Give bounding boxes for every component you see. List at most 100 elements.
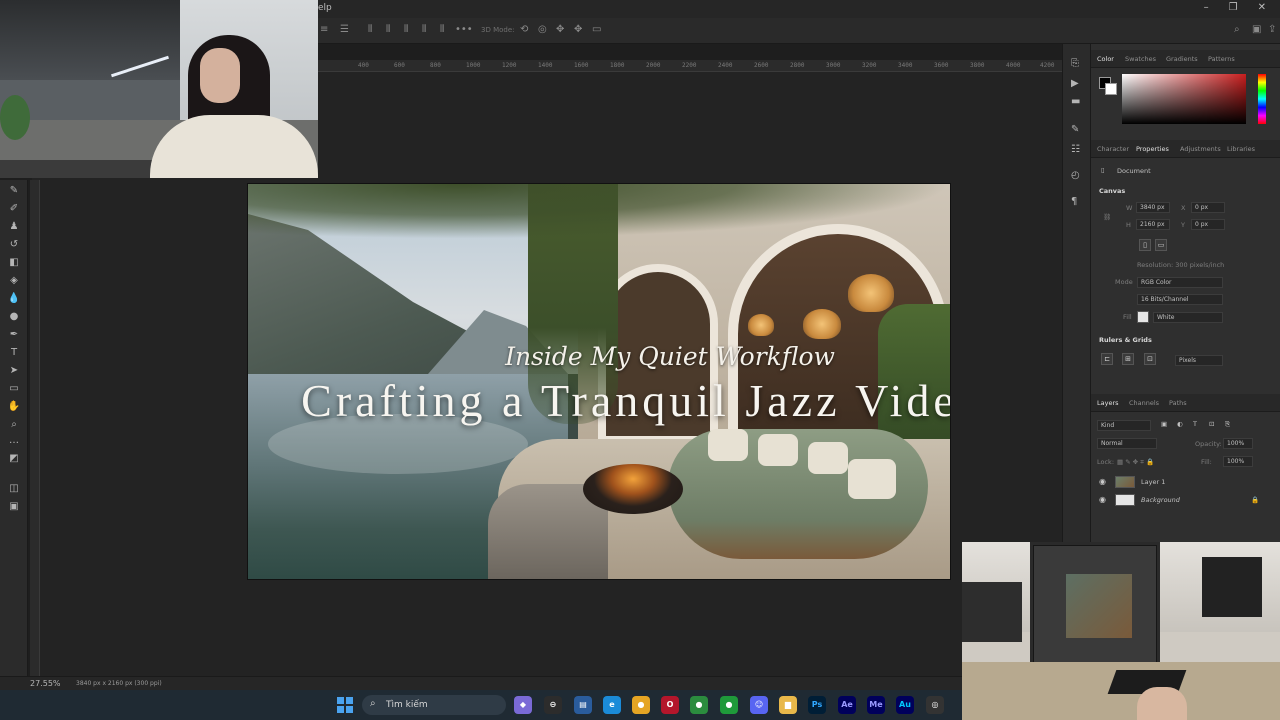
chrome-icon[interactable]: ● [690, 696, 708, 714]
brush-settings-icon[interactable]: ✎ [1071, 124, 1079, 135]
rulers-grids-header[interactable]: Rulers & Grids [1099, 336, 1152, 344]
tab-paths[interactable]: Paths [1169, 399, 1187, 407]
pencil-tool-icon[interactable]: ✐ [6, 202, 22, 216]
windows-start-icon[interactable] [337, 697, 353, 713]
layer-filter-select[interactable]: Kind [1097, 420, 1151, 431]
pen-tool-icon[interactable]: ✒ [6, 328, 22, 342]
landscape-orientation-icon[interactable]: ▭ [1155, 239, 1167, 251]
distribute2-icon[interactable]: ⫴ [440, 24, 444, 35]
dodge-tool-icon[interactable]: ● [6, 310, 22, 324]
comments-icon[interactable]: ▬ [1071, 96, 1080, 107]
more-tools-icon[interactable]: … [6, 434, 22, 448]
canvas-width-field[interactable]: 3840 px [1136, 202, 1170, 213]
align-center-icon[interactable]: ☰ [340, 24, 349, 35]
chrome-icon[interactable]: ● [632, 696, 650, 714]
3d-slide-icon[interactable]: ✥ [574, 24, 582, 35]
tab-layers[interactable]: Layers [1097, 399, 1119, 407]
tab-color[interactable]: Color [1097, 55, 1114, 63]
eraser-tool-icon[interactable]: ◧ [6, 256, 22, 270]
tab-gradients[interactable]: Gradients [1166, 55, 1198, 63]
lock-icons[interactable]: ▦ ✎ ✥ ⌗ 🔒 [1117, 458, 1154, 467]
color-picker-field[interactable] [1122, 74, 1246, 124]
media-encoder-icon[interactable]: Me [867, 696, 885, 714]
background-color[interactable] [1105, 83, 1117, 95]
fill-field[interactable]: 100% [1223, 456, 1253, 467]
canvas-height-field[interactable]: 2160 px [1136, 219, 1170, 230]
tab-swatches[interactable]: Swatches [1125, 55, 1156, 63]
layer-row[interactable]: ◉ Layer 1 [1091, 473, 1280, 491]
taskbar-search[interactable]: ⌕ Tìm kiếm [362, 695, 506, 715]
canvas-section-header[interactable]: Canvas [1099, 187, 1125, 195]
hand-tool-icon[interactable]: ✋ [6, 400, 22, 414]
stamp-tool-icon[interactable]: ♟ [6, 220, 22, 234]
filter-adjust-icon[interactable]: ◐ [1177, 420, 1183, 428]
align-left-icon[interactable]: ⫴ [368, 24, 372, 35]
bit-depth-select[interactable]: 16 Bits/Channel [1137, 294, 1223, 305]
share-icon[interactable]: ⇪ [1268, 24, 1276, 35]
path-select-icon[interactable]: ➤ [6, 364, 22, 378]
fill-select[interactable]: White [1153, 312, 1223, 323]
filter-pixel-icon[interactable]: ▣ [1161, 420, 1167, 428]
layer-name[interactable]: Layer 1 [1141, 478, 1165, 486]
screen-mode-icon[interactable]: ▣ [6, 500, 22, 514]
file-explorer-icon[interactable]: ▆ [779, 696, 797, 714]
tab-channels[interactable]: Channels [1129, 399, 1159, 407]
history-brush-icon[interactable]: ↺ [6, 238, 22, 252]
filter-type-icon[interactable]: T [1193, 420, 1197, 428]
canvas-y-field[interactable]: 0 px [1191, 219, 1225, 230]
link-icon[interactable]: ⛓ [1103, 213, 1111, 221]
glyphs-icon[interactable]: ◴ [1071, 170, 1080, 181]
search-icon[interactable]: ⌕ [1234, 24, 1240, 35]
layer-name[interactable]: Background [1141, 496, 1180, 504]
visibility-icon[interactable]: ◉ [1099, 495, 1106, 504]
align-right-icon[interactable]: ⫴ [404, 24, 408, 35]
menu-help[interactable]: elp [318, 3, 332, 13]
portrait-orientation-icon[interactable]: ▯ [1139, 239, 1151, 251]
discord-icon[interactable]: ☺ [750, 696, 768, 714]
edge-icon[interactable]: e [603, 696, 621, 714]
maximize-icon[interactable]: ❐ [1229, 2, 1238, 13]
grid-icon[interactable]: ⊞ [1122, 353, 1134, 365]
history-icon[interactable]: ⎘ [1071, 58, 1079, 69]
filter-shape-icon[interactable]: ⊡ [1209, 420, 1214, 428]
3d-roll-icon[interactable]: ◎ [538, 24, 547, 35]
app-icon[interactable]: ◎ [926, 696, 944, 714]
canvas-subtitle[interactable]: Inside My Quiet Workflow [248, 342, 950, 371]
close-icon[interactable]: ✕ [1258, 2, 1266, 13]
rectangle-tool-icon[interactable]: ▭ [6, 382, 22, 396]
filter-smart-icon[interactable]: ⎘ [1225, 420, 1230, 429]
guides-icon[interactable]: ⊡ [1144, 353, 1156, 365]
quick-mask-icon[interactable]: ◫ [6, 482, 22, 496]
hue-slider[interactable] [1258, 74, 1266, 124]
tab-character[interactable]: Character [1097, 145, 1129, 153]
visibility-icon[interactable]: ◉ [1099, 477, 1106, 486]
tab-adjustments[interactable]: Adjustments [1180, 145, 1221, 153]
canvas-title[interactable]: Crafting a Tranquil Jazz Video [248, 374, 950, 427]
color-mode-select[interactable]: RGB Color [1137, 277, 1223, 288]
type-tool-icon[interactable]: T [6, 346, 22, 360]
opacity-field[interactable]: 100% [1223, 438, 1253, 449]
align-hcenter-icon[interactable]: ⫴ [386, 24, 390, 35]
browser-icon[interactable]: ● [720, 696, 738, 714]
canvas-image[interactable]: Inside My Quiet Workflow Crafting a Tran… [247, 183, 951, 580]
canvas-x-field[interactable]: 0 px [1191, 202, 1225, 213]
tab-libraries[interactable]: Libraries [1227, 145, 1255, 153]
blend-mode-select[interactable]: Normal [1097, 438, 1157, 449]
brush-tool-icon[interactable]: ✎ [6, 184, 22, 198]
notes-icon[interactable]: ▤ [574, 696, 592, 714]
3d-pan-icon[interactable]: ✥ [556, 24, 564, 35]
actions-play-icon[interactable]: ▶ [1071, 78, 1079, 89]
zoom-level[interactable]: 27.55% [30, 679, 61, 688]
tab-patterns[interactable]: Patterns [1208, 55, 1235, 63]
layer-row[interactable]: ◉ Background 🔒 [1091, 491, 1280, 509]
workspace-icon[interactable]: ▣ [1252, 24, 1261, 35]
after-effects-icon[interactable]: Ae [838, 696, 856, 714]
color-swatches-icon[interactable]: ◩ [6, 452, 22, 466]
paragraph-icon[interactable]: ¶ [1071, 196, 1077, 207]
distribute-icon[interactable]: ⫴ [422, 24, 426, 35]
app-icon[interactable]: ⊖ [544, 696, 562, 714]
blur-tool-icon[interactable]: 💧 [6, 292, 22, 306]
zoom-tool-icon[interactable]: ⌕ [6, 418, 22, 432]
more-icon[interactable]: ••• [455, 24, 473, 35]
align-icon[interactable]: ≡ [320, 24, 328, 35]
